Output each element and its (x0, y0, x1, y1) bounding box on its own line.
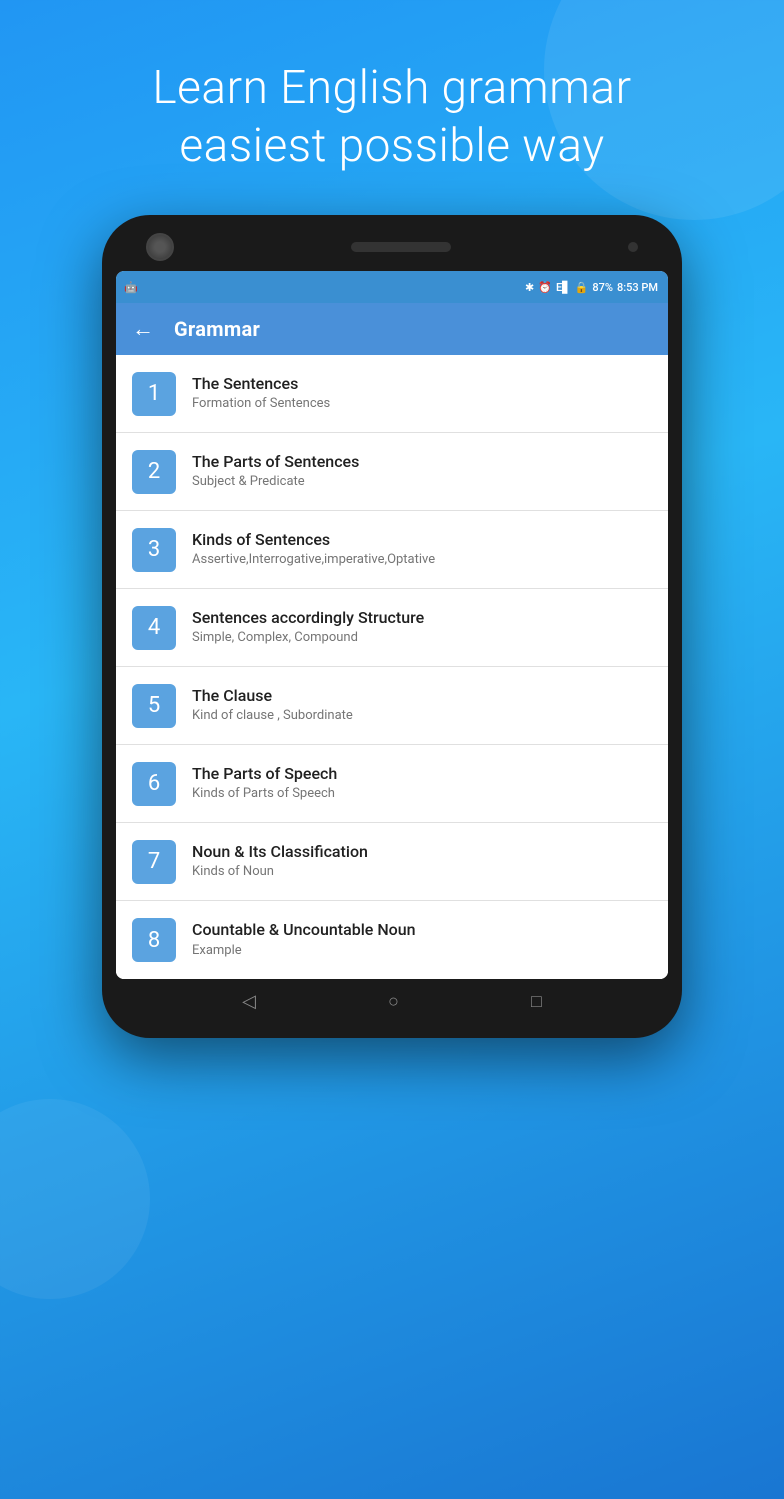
list-item[interactable]: 1 The Sentences Formation of Sentences (116, 355, 668, 433)
item-title-7: Noun & Its Classification (192, 842, 652, 863)
battery-percent: 87% (592, 281, 613, 294)
clock-time: 8:53 PM (617, 281, 658, 294)
item-content-1: The Sentences Formation of Sentences (192, 374, 652, 414)
list-item[interactable]: 6 The Parts of Speech Kinds of Parts of … (116, 745, 668, 823)
item-badge-7: 7 (132, 840, 176, 884)
alarm-icon: ⏰ (538, 281, 552, 294)
list-item[interactable]: 4 Sentences accordingly Structure Simple… (116, 589, 668, 667)
front-camera (146, 233, 174, 261)
item-title-8: Countable & Uncountable Noun (192, 920, 652, 941)
list-item[interactable]: 2 The Parts of Sentences Subject & Predi… (116, 433, 668, 511)
phone-bottom-bar: ◁ ○ □ (116, 979, 668, 1016)
item-title-4: Sentences accordingly Structure (192, 608, 652, 629)
item-content-6: The Parts of Speech Kinds of Parts of Sp… (192, 764, 652, 804)
item-badge-5: 5 (132, 684, 176, 728)
phone-screen: 🤖 ✱ ⏰ E▋ 🔒 87% 8:53 PM ← Grammar 1 (116, 271, 668, 979)
item-badge-2: 2 (132, 450, 176, 494)
list-item[interactable]: 3 Kinds of Sentences Assertive,Interroga… (116, 511, 668, 589)
item-subtitle-7: Kinds of Noun (192, 864, 652, 881)
item-title-6: The Parts of Speech (192, 764, 652, 785)
item-title-3: Kinds of Sentences (192, 530, 652, 551)
item-subtitle-3: Assertive,Interrogative,imperative,Optat… (192, 552, 652, 569)
item-content-4: Sentences accordingly Structure Simple, … (192, 608, 652, 648)
item-badge-3: 3 (132, 528, 176, 572)
android-icon: 🤖 (124, 281, 138, 294)
signal-icon: E▋ (556, 281, 571, 294)
item-subtitle-2: Subject & Predicate (192, 474, 652, 491)
app-bar-title: Grammar (174, 317, 260, 341)
bluetooth-icon: ✱ (525, 281, 534, 294)
item-subtitle-4: Simple, Complex, Compound (192, 630, 652, 647)
item-subtitle-6: Kinds of Parts of Speech (192, 786, 652, 803)
item-badge-1: 1 (132, 372, 176, 416)
status-left-icons: 🤖 (124, 281, 138, 294)
item-subtitle-5: Kind of clause , Subordinate (192, 708, 652, 725)
item-content-3: Kinds of Sentences Assertive,Interrogati… (192, 530, 652, 570)
back-nav-button[interactable]: ◁ (242, 991, 256, 1012)
home-nav-button[interactable]: ○ (388, 991, 399, 1012)
item-title-2: The Parts of Sentences (192, 452, 652, 473)
item-badge-8: 8 (132, 918, 176, 962)
status-bar: 🤖 ✱ ⏰ E▋ 🔒 87% 8:53 PM (116, 271, 668, 303)
item-content-5: The Clause Kind of clause , Subordinate (192, 686, 652, 726)
item-title-1: The Sentences (192, 374, 652, 395)
lock-icon: 🔒 (575, 281, 589, 294)
recents-nav-button[interactable]: □ (531, 991, 542, 1012)
item-badge-6: 6 (132, 762, 176, 806)
grammar-list: 1 The Sentences Formation of Sentences 2… (116, 355, 668, 979)
phone-top-bar (116, 233, 668, 271)
phone-speaker (351, 242, 451, 252)
hero-line2: easiest possible way (179, 119, 604, 173)
phone-sensor (628, 242, 638, 252)
item-content-2: The Parts of Sentences Subject & Predica… (192, 452, 652, 492)
app-bar: ← Grammar (116, 303, 668, 355)
item-content-8: Countable & Uncountable Noun Example (192, 920, 652, 960)
item-content-7: Noun & Its Classification Kinds of Noun (192, 842, 652, 882)
phone-device: 🤖 ✱ ⏰ E▋ 🔒 87% 8:53 PM ← Grammar 1 (102, 215, 682, 1038)
list-item[interactable]: 7 Noun & Its Classification Kinds of Nou… (116, 823, 668, 901)
list-item[interactable]: 5 The Clause Kind of clause , Subordinat… (116, 667, 668, 745)
back-button[interactable]: ← (132, 316, 154, 342)
item-badge-4: 4 (132, 606, 176, 650)
item-subtitle-1: Formation of Sentences (192, 396, 652, 413)
list-item[interactable]: 8 Countable & Uncountable Noun Example (116, 901, 668, 979)
status-right-info: ✱ ⏰ E▋ 🔒 87% 8:53 PM (525, 281, 658, 294)
item-title-5: The Clause (192, 686, 652, 707)
item-subtitle-8: Example (192, 943, 652, 960)
